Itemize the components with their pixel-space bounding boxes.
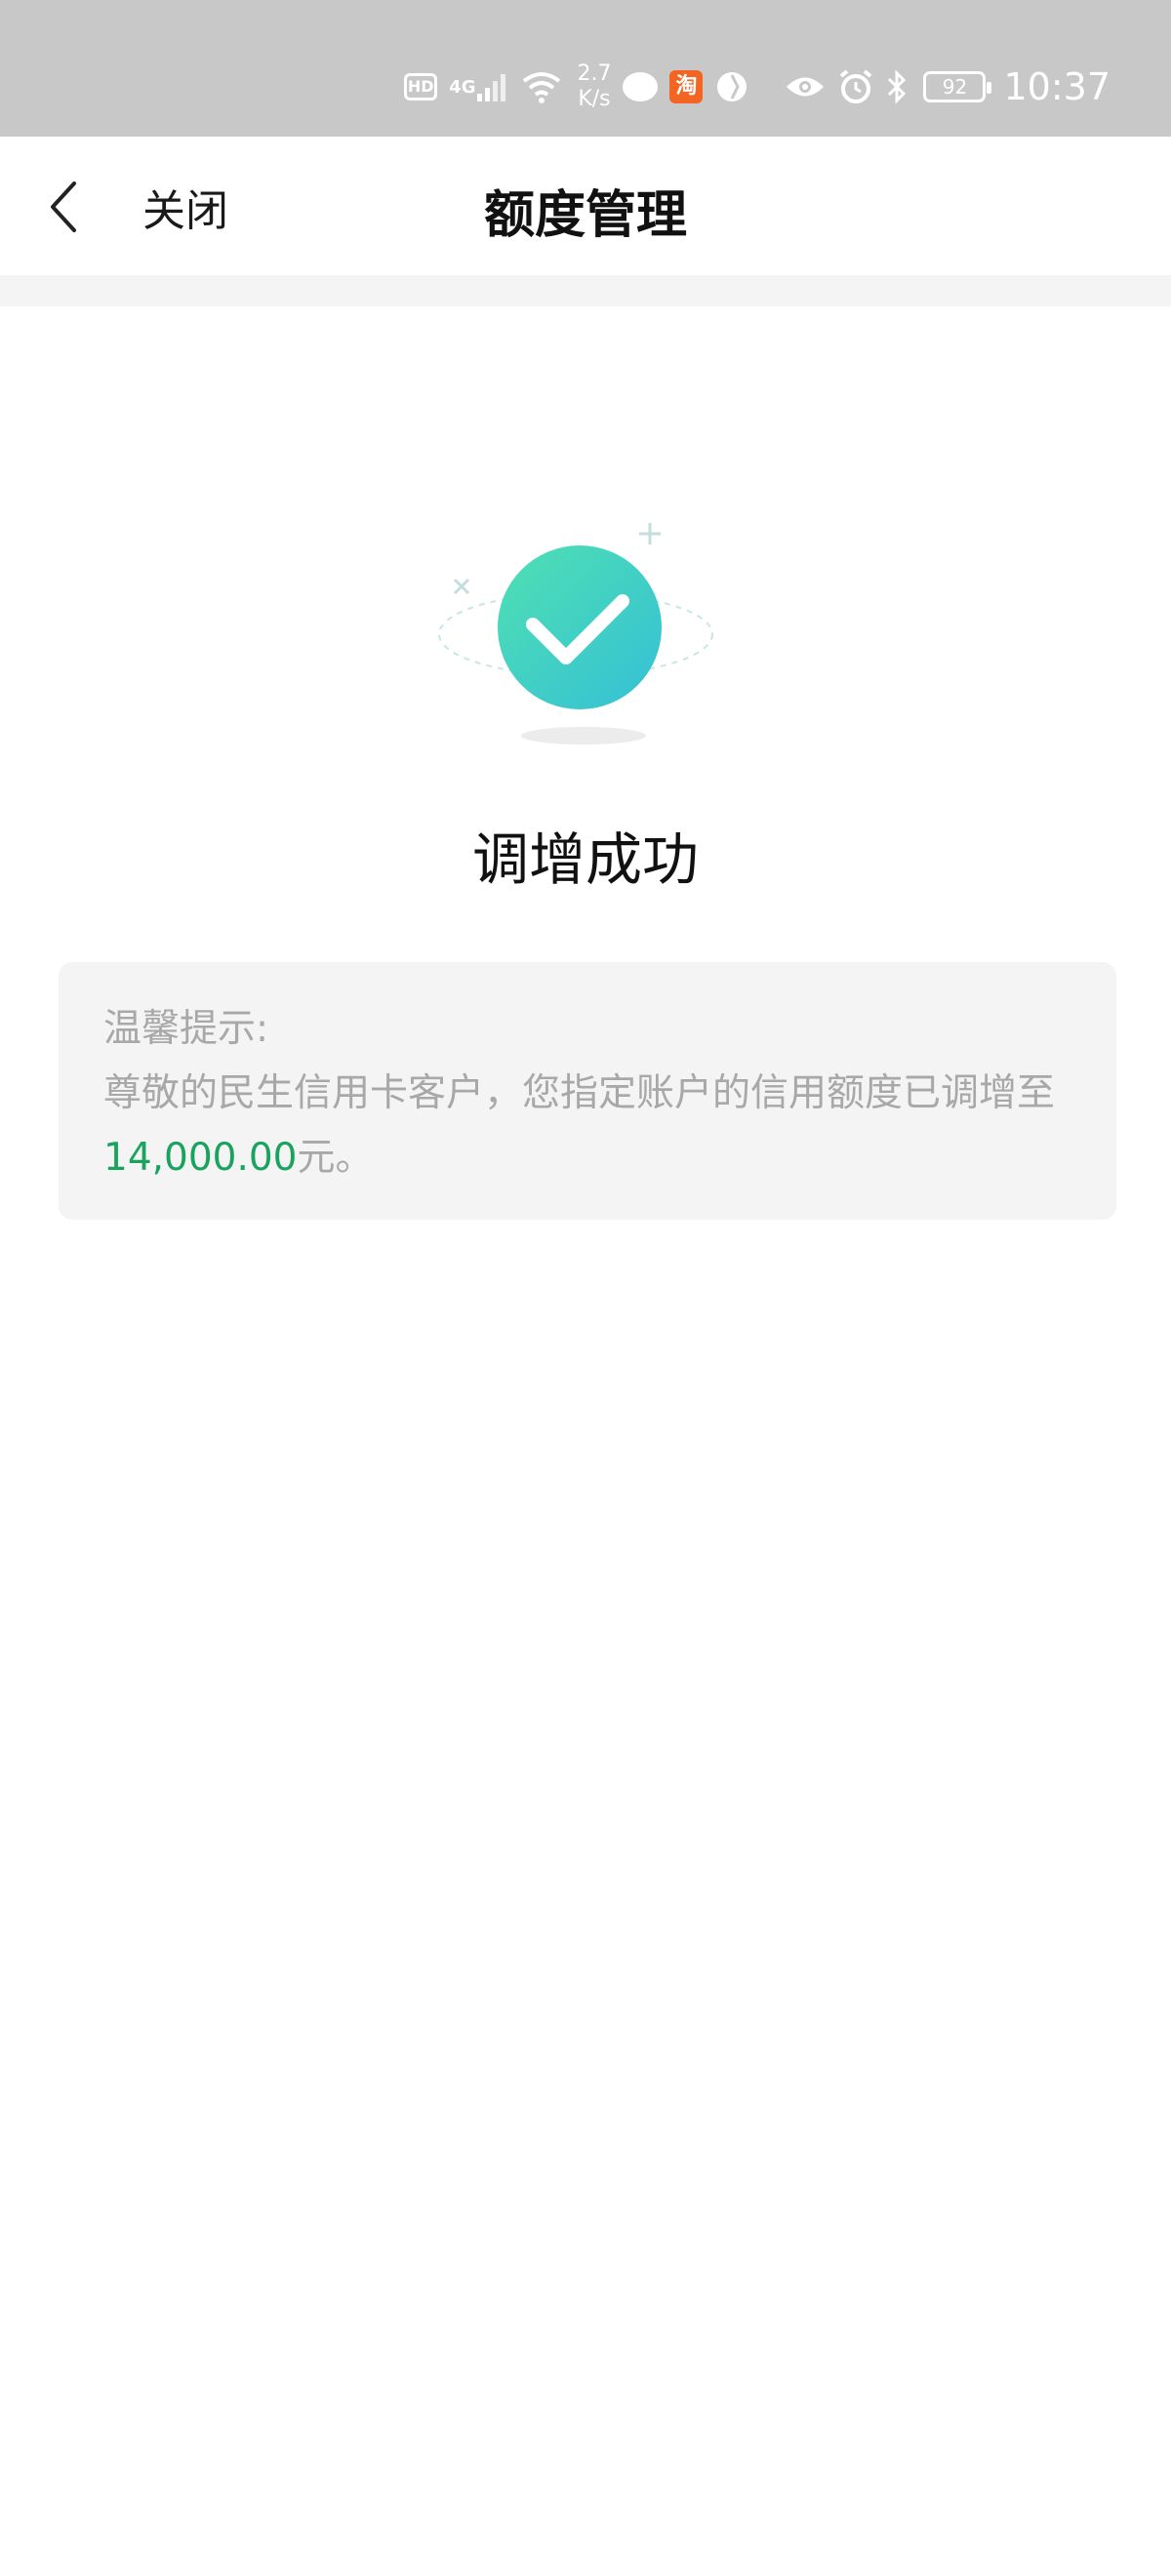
cross-decoration-icon (453, 578, 470, 595)
tip-message: 尊敬的民生信用卡客户，您指定账户的信用额度已调增至 14,000.00元。 (103, 1071, 1055, 1180)
close-button[interactable]: 关闭 (142, 176, 228, 238)
hd-icon: HD (404, 73, 438, 101)
wifi-icon (520, 69, 563, 104)
plus-decoration-icon (639, 523, 661, 544)
nav-bar: 关闭 额度管理 (0, 137, 1171, 275)
credit-amount: 14,000.00 (103, 1136, 298, 1180)
message-icon (623, 72, 659, 101)
speed-value: 2.7 (577, 61, 612, 86)
speed-unit: K/s (578, 87, 611, 111)
status-icons: HD 4G 2.7 K/s 淘 92 10:37 (392, 53, 1110, 121)
battery-icon: 92 (923, 71, 992, 102)
tip-heading: 温馨提示: (103, 1007, 269, 1051)
eye-icon (785, 72, 826, 101)
tip-message-prefix: 尊敬的民生信用卡客户，您指定账户的信用额度已调增至 (103, 1071, 1056, 1115)
tip-card: 温馨提示: 尊敬的民生信用卡客户，您指定账户的信用额度已调增至 14,000.00… (59, 962, 1116, 1220)
signal-icon: 4G (449, 70, 508, 103)
back-button[interactable] (25, 168, 103, 246)
network-speed: 2.7 K/s (577, 61, 611, 112)
success-illustration (429, 498, 742, 761)
status-bar: HD 4G 2.7 K/s 淘 92 10:37 (0, 0, 1171, 137)
result-title: 调增成功 (471, 826, 699, 893)
bluetooth-icon (886, 69, 908, 104)
clock: 10:37 (1003, 65, 1110, 108)
header-divider (0, 275, 1171, 306)
tip-message-suffix: 元。 (297, 1136, 374, 1180)
browser-app-icon (714, 69, 749, 104)
success-check-icon (498, 545, 662, 709)
alarm-icon (837, 68, 874, 105)
network-type: 4G (449, 76, 476, 98)
taobao-app-icon: 淘 (669, 70, 704, 103)
chevron-left-icon (51, 181, 76, 232)
